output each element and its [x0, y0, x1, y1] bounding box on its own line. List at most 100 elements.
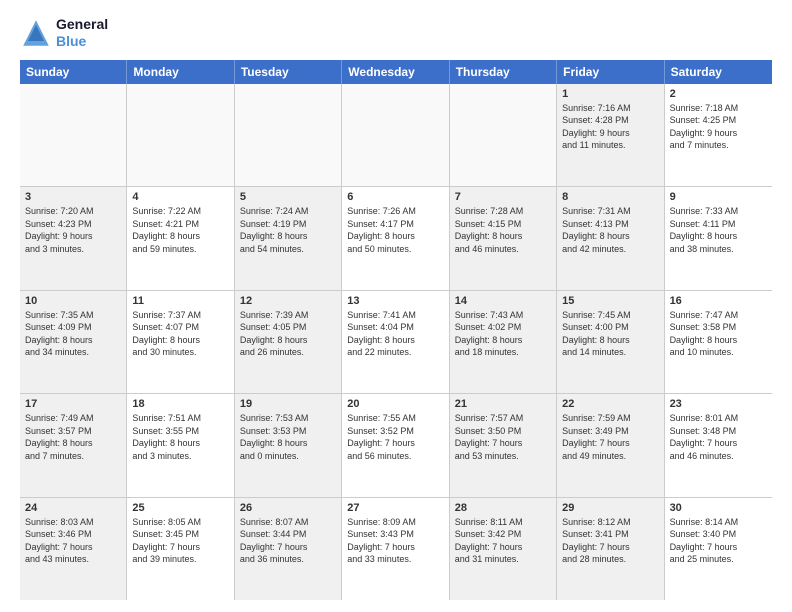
- day-info: Sunrise: 7:55 AM Sunset: 3:52 PM Dayligh…: [347, 412, 443, 462]
- day-info: Sunrise: 7:47 AM Sunset: 3:58 PM Dayligh…: [670, 309, 767, 359]
- cal-cell-3-0: 17 Sunrise: 7:49 AM Sunset: 3:57 PM Dayli…: [20, 394, 127, 496]
- day-info: Sunrise: 7:39 AM Sunset: 4:05 PM Dayligh…: [240, 309, 336, 359]
- day-number: 27: [347, 502, 443, 514]
- day-number: 24: [25, 502, 121, 514]
- page: General Blue SundayMondayTuesdayWednesda…: [0, 0, 792, 612]
- cal-cell-1-4: 7 Sunrise: 7:28 AM Sunset: 4:15 PM Daylig…: [450, 187, 557, 289]
- cal-cell-3-4: 21 Sunrise: 7:57 AM Sunset: 3:50 PM Dayli…: [450, 394, 557, 496]
- cal-cell-4-1: 25 Sunrise: 8:05 AM Sunset: 3:45 PM Dayli…: [127, 498, 234, 600]
- cal-cell-0-3: [342, 84, 449, 186]
- logo-icon: [20, 17, 52, 49]
- day-info: Sunrise: 8:05 AM Sunset: 3:45 PM Dayligh…: [132, 516, 228, 566]
- cal-cell-4-0: 24 Sunrise: 8:03 AM Sunset: 3:46 PM Dayli…: [20, 498, 127, 600]
- day-number: 5: [240, 191, 336, 203]
- cal-cell-0-2: [235, 84, 342, 186]
- day-number: 12: [240, 295, 336, 307]
- day-number: 25: [132, 502, 228, 514]
- day-number: 7: [455, 191, 551, 203]
- day-info: Sunrise: 7:22 AM Sunset: 4:21 PM Dayligh…: [132, 205, 228, 255]
- day-info: Sunrise: 7:33 AM Sunset: 4:11 PM Dayligh…: [670, 205, 767, 255]
- day-info: Sunrise: 8:01 AM Sunset: 3:48 PM Dayligh…: [670, 412, 767, 462]
- cal-cell-0-5: 1 Sunrise: 7:16 AM Sunset: 4:28 PM Daylig…: [557, 84, 664, 186]
- cal-cell-0-0: [20, 84, 127, 186]
- cal-cell-2-3: 13 Sunrise: 7:41 AM Sunset: 4:04 PM Dayli…: [342, 291, 449, 393]
- header-day-saturday: Saturday: [665, 60, 772, 84]
- day-info: Sunrise: 8:14 AM Sunset: 3:40 PM Dayligh…: [670, 516, 767, 566]
- day-info: Sunrise: 8:03 AM Sunset: 3:46 PM Dayligh…: [25, 516, 121, 566]
- cal-cell-1-0: 3 Sunrise: 7:20 AM Sunset: 4:23 PM Daylig…: [20, 187, 127, 289]
- cal-cell-4-2: 26Sunrise: 8:07 AM Sunset: 3:44 PM Dayli…: [235, 498, 342, 600]
- header: General Blue: [20, 16, 772, 50]
- cal-cell-0-6: 2Sunrise: 7:18 AM Sunset: 4:25 PM Daylig…: [665, 84, 772, 186]
- header-day-thursday: Thursday: [450, 60, 557, 84]
- day-info: Sunrise: 7:28 AM Sunset: 4:15 PM Dayligh…: [455, 205, 551, 255]
- day-info: Sunrise: 7:20 AM Sunset: 4:23 PM Dayligh…: [25, 205, 121, 255]
- day-number: 19: [240, 398, 336, 410]
- cal-cell-3-5: 22 Sunrise: 7:59 AM Sunset: 3:49 PM Dayli…: [557, 394, 664, 496]
- day-info: Sunrise: 7:59 AM Sunset: 3:49 PM Dayligh…: [562, 412, 658, 462]
- day-number: 22: [562, 398, 658, 410]
- day-info: Sunrise: 7:26 AM Sunset: 4:17 PM Dayligh…: [347, 205, 443, 255]
- day-info: Sunrise: 7:51 AM Sunset: 3:55 PM Dayligh…: [132, 412, 228, 462]
- day-number: 17: [25, 398, 121, 410]
- day-number: 6: [347, 191, 443, 203]
- day-info: Sunrise: 7:31 AM Sunset: 4:13 PM Dayligh…: [562, 205, 658, 255]
- cal-cell-3-6: 23 Sunrise: 8:01 AM Sunset: 3:48 PM Dayli…: [665, 394, 772, 496]
- day-number: 21: [455, 398, 551, 410]
- day-number: 1: [562, 88, 658, 100]
- day-number: 28: [455, 502, 551, 514]
- calendar: SundayMondayTuesdayWednesdayThursdayFrid…: [20, 60, 772, 600]
- logo: General Blue: [20, 16, 108, 50]
- day-number: 15: [562, 295, 658, 307]
- day-info: Sunrise: 7:57 AM Sunset: 3:50 PM Dayligh…: [455, 412, 551, 462]
- calendar-row-2: 10Sunrise: 7:35 AM Sunset: 4:09 PM Dayli…: [20, 291, 772, 394]
- day-number: 10: [25, 295, 121, 307]
- logo-text: General Blue: [56, 16, 108, 50]
- day-info: Sunrise: 7:41 AM Sunset: 4:04 PM Dayligh…: [347, 309, 443, 359]
- calendar-header: SundayMondayTuesdayWednesdayThursdayFrid…: [20, 60, 772, 84]
- cal-cell-4-4: 28 Sunrise: 8:11 AM Sunset: 3:42 PM Dayli…: [450, 498, 557, 600]
- cal-cell-1-2: 5 Sunrise: 7:24 AM Sunset: 4:19 PM Daylig…: [235, 187, 342, 289]
- cal-cell-3-3: 20Sunrise: 7:55 AM Sunset: 3:52 PM Dayli…: [342, 394, 449, 496]
- cal-cell-3-2: 19 Sunrise: 7:53 AM Sunset: 3:53 PM Dayli…: [235, 394, 342, 496]
- header-day-wednesday: Wednesday: [342, 60, 449, 84]
- day-info: Sunrise: 8:11 AM Sunset: 3:42 PM Dayligh…: [455, 516, 551, 566]
- day-info: Sunrise: 7:37 AM Sunset: 4:07 PM Dayligh…: [132, 309, 228, 359]
- cal-cell-2-6: 16 Sunrise: 7:47 AM Sunset: 3:58 PM Dayli…: [665, 291, 772, 393]
- calendar-row-1: 3 Sunrise: 7:20 AM Sunset: 4:23 PM Daylig…: [20, 187, 772, 290]
- day-info: Sunrise: 7:49 AM Sunset: 3:57 PM Dayligh…: [25, 412, 121, 462]
- cal-cell-4-5: 29Sunrise: 8:12 AM Sunset: 3:41 PM Dayli…: [557, 498, 664, 600]
- day-number: 14: [455, 295, 551, 307]
- calendar-row-3: 17 Sunrise: 7:49 AM Sunset: 3:57 PM Dayli…: [20, 394, 772, 497]
- day-number: 16: [670, 295, 767, 307]
- day-number: 13: [347, 295, 443, 307]
- cal-cell-2-1: 11 Sunrise: 7:37 AM Sunset: 4:07 PM Dayli…: [127, 291, 234, 393]
- cal-cell-4-6: 30Sunrise: 8:14 AM Sunset: 3:40 PM Dayli…: [665, 498, 772, 600]
- day-info: Sunrise: 7:45 AM Sunset: 4:00 PM Dayligh…: [562, 309, 658, 359]
- day-number: 29: [562, 502, 658, 514]
- day-number: 18: [132, 398, 228, 410]
- cal-cell-2-5: 15 Sunrise: 7:45 AM Sunset: 4:00 PM Dayli…: [557, 291, 664, 393]
- header-day-friday: Friday: [557, 60, 664, 84]
- header-day-monday: Monday: [127, 60, 234, 84]
- day-number: 3: [25, 191, 121, 203]
- day-info: Sunrise: 7:43 AM Sunset: 4:02 PM Dayligh…: [455, 309, 551, 359]
- calendar-row-4: 24 Sunrise: 8:03 AM Sunset: 3:46 PM Dayli…: [20, 498, 772, 600]
- day-number: 26: [240, 502, 336, 514]
- cal-cell-1-1: 4Sunrise: 7:22 AM Sunset: 4:21 PM Daylig…: [127, 187, 234, 289]
- day-info: Sunrise: 7:24 AM Sunset: 4:19 PM Dayligh…: [240, 205, 336, 255]
- calendar-row-0: 1 Sunrise: 7:16 AM Sunset: 4:28 PM Daylig…: [20, 84, 772, 187]
- day-number: 11: [132, 295, 228, 307]
- day-number: 23: [670, 398, 767, 410]
- cal-cell-0-4: [450, 84, 557, 186]
- cal-cell-1-3: 6 Sunrise: 7:26 AM Sunset: 4:17 PM Daylig…: [342, 187, 449, 289]
- cal-cell-2-4: 14 Sunrise: 7:43 AM Sunset: 4:02 PM Dayli…: [450, 291, 557, 393]
- day-info: Sunrise: 7:18 AM Sunset: 4:25 PM Dayligh…: [670, 102, 767, 152]
- calendar-body: 1 Sunrise: 7:16 AM Sunset: 4:28 PM Daylig…: [20, 84, 772, 600]
- day-number: 9: [670, 191, 767, 203]
- day-info: Sunrise: 7:16 AM Sunset: 4:28 PM Dayligh…: [562, 102, 658, 152]
- cal-cell-2-0: 10Sunrise: 7:35 AM Sunset: 4:09 PM Dayli…: [20, 291, 127, 393]
- header-day-tuesday: Tuesday: [235, 60, 342, 84]
- cal-cell-0-1: [127, 84, 234, 186]
- day-info: Sunrise: 7:53 AM Sunset: 3:53 PM Dayligh…: [240, 412, 336, 462]
